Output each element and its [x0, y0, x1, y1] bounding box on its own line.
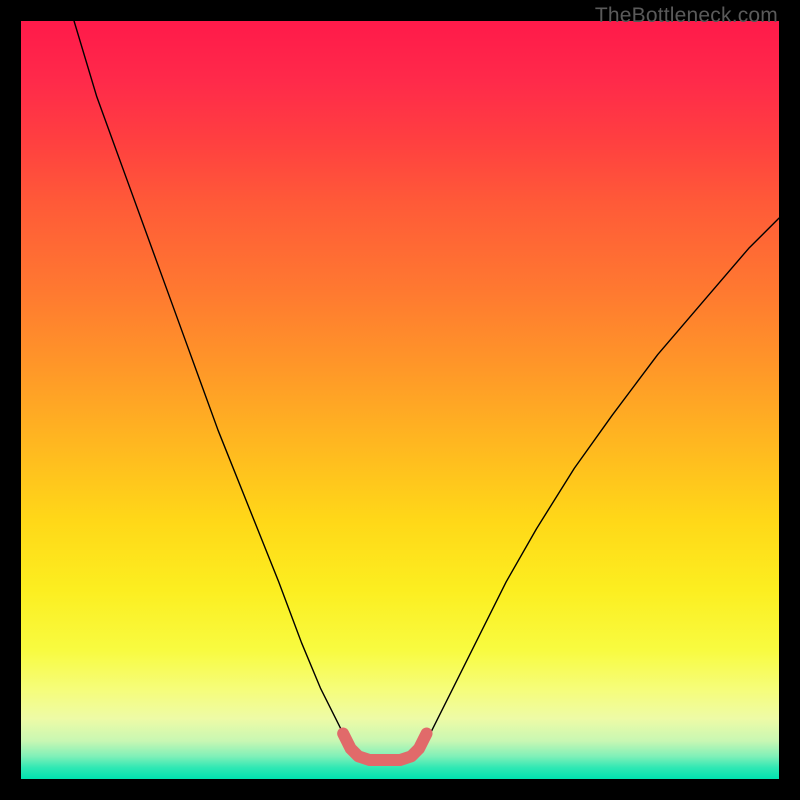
curve-layer [21, 21, 779, 779]
plot-area [21, 21, 779, 779]
series-bottleneck-curve [74, 21, 779, 760]
watermark-text: TheBottleneck.com [595, 4, 778, 28]
series-bottleneck-floor-highlight [343, 734, 426, 761]
chart-canvas: TheBottleneck.com [0, 0, 800, 800]
